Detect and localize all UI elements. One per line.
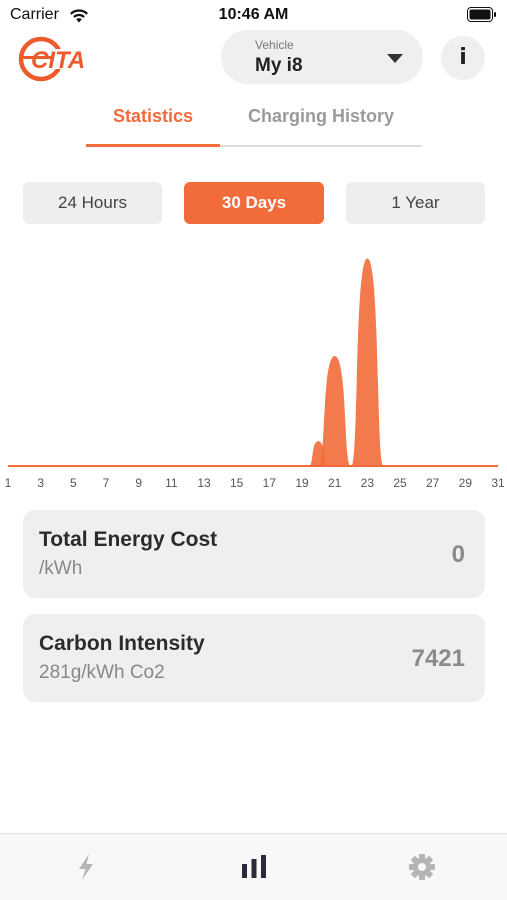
vehicle-value: My i8	[255, 55, 303, 76]
bottom-tab-bar	[0, 833, 507, 900]
carbon-intensity-value: 7421	[411, 645, 465, 672]
x-tick-label: 9	[135, 476, 142, 490]
vehicle-caption: Vehicle	[255, 38, 294, 52]
range-1-year-button[interactable]: 1 Year	[346, 182, 485, 224]
energy-chart: 1 3 5 7 9 11 13 15 17 19 21 23 25 27 29 31	[5, 258, 505, 490]
x-tick-label: 31	[491, 476, 505, 490]
x-tick-label: 7	[103, 476, 110, 490]
info-icon: i	[459, 45, 467, 70]
chart-peak-day-23	[351, 258, 384, 466]
x-tick-label: 19	[295, 476, 309, 490]
status-bar: Carrier 10:46 AM	[0, 0, 507, 30]
tabs: Statistics Charging History	[86, 100, 422, 148]
clock: 10:46 AM	[218, 6, 289, 23]
x-tick-label: 27	[426, 476, 440, 490]
chart-peak-day-21	[318, 355, 351, 466]
x-tick-label: 23	[361, 476, 375, 490]
x-tick-label: 11	[165, 476, 178, 490]
x-tick-label: 15	[230, 476, 244, 490]
x-tick-label: 17	[263, 476, 277, 490]
x-tick-label: 21	[328, 476, 342, 490]
bar-chart-icon[interactable]	[234, 850, 274, 884]
x-tick-label: 5	[70, 476, 77, 490]
x-tick-label: 3	[37, 476, 44, 490]
info-button[interactable]: i	[441, 36, 485, 80]
tab-statistics[interactable]: Statistics	[86, 100, 220, 148]
total-energy-cost-title: Total Energy Cost	[39, 528, 218, 551]
chevron-down-icon	[387, 54, 403, 63]
carbon-intensity-card: Carbon Intensity 281g/kWh Co2 7421	[23, 614, 485, 702]
range-24-hours-button[interactable]: 24 Hours	[23, 182, 162, 224]
lightning-icon[interactable]	[66, 850, 106, 884]
x-tick-label: 13	[197, 476, 211, 490]
x-tick-label: 25	[393, 476, 407, 490]
x-tick-label: 29	[459, 476, 473, 490]
gear-icon[interactable]	[402, 850, 442, 884]
carbon-intensity-title: Carbon Intensity	[39, 632, 205, 655]
tab-charging-history[interactable]: Charging History	[220, 100, 422, 148]
range-30-days-button[interactable]: 30 Days	[184, 182, 324, 224]
battery-icon	[467, 7, 496, 22]
vehicle-select[interactable]: Vehicle My i8	[221, 30, 423, 84]
total-energy-cost-card: Total Energy Cost /kWh 0	[23, 510, 485, 598]
active-tab-indicator	[86, 144, 220, 147]
total-energy-cost-value: 0	[451, 541, 465, 568]
logo-text: CITA	[31, 47, 85, 74]
total-energy-cost-unit: /kWh	[39, 558, 83, 579]
cita-logo: CITA	[18, 36, 98, 82]
x-tick-label: 1	[5, 476, 12, 490]
carbon-intensity-unit: 281g/kWh Co2	[39, 662, 165, 683]
